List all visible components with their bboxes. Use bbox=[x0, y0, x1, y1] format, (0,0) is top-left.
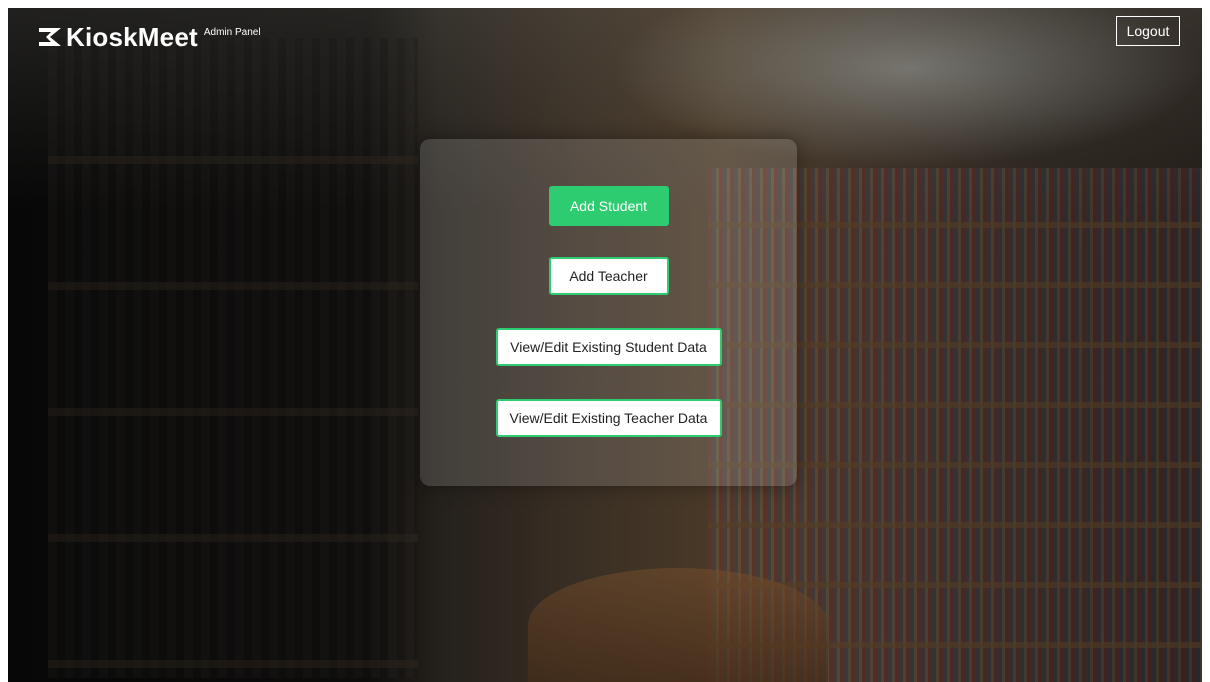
top-header: KioskMeet Admin Panel Logout bbox=[8, 8, 1202, 62]
brand: KioskMeet Admin Panel bbox=[38, 24, 261, 50]
brand-subtitle: Admin Panel bbox=[203, 27, 261, 38]
view-edit-student-data-button[interactable]: View/Edit Existing Student Data bbox=[495, 328, 722, 366]
app-viewport: KioskMeet Admin Panel Logout Add Student… bbox=[8, 8, 1202, 682]
add-teacher-button[interactable]: Add Teacher bbox=[548, 257, 669, 295]
kioskmeet-logo-icon bbox=[39, 28, 61, 46]
logout-button[interactable]: Logout bbox=[1116, 16, 1180, 46]
brand-name: KioskMeet bbox=[66, 22, 198, 52]
bookshelf-left-decor bbox=[48, 38, 418, 678]
admin-actions-panel: Add Student Add Teacher View/Edit Existi… bbox=[420, 139, 797, 486]
add-student-button[interactable]: Add Student bbox=[548, 186, 669, 226]
view-edit-teacher-data-button[interactable]: View/Edit Existing Teacher Data bbox=[495, 399, 722, 437]
floor-decor bbox=[528, 568, 828, 682]
